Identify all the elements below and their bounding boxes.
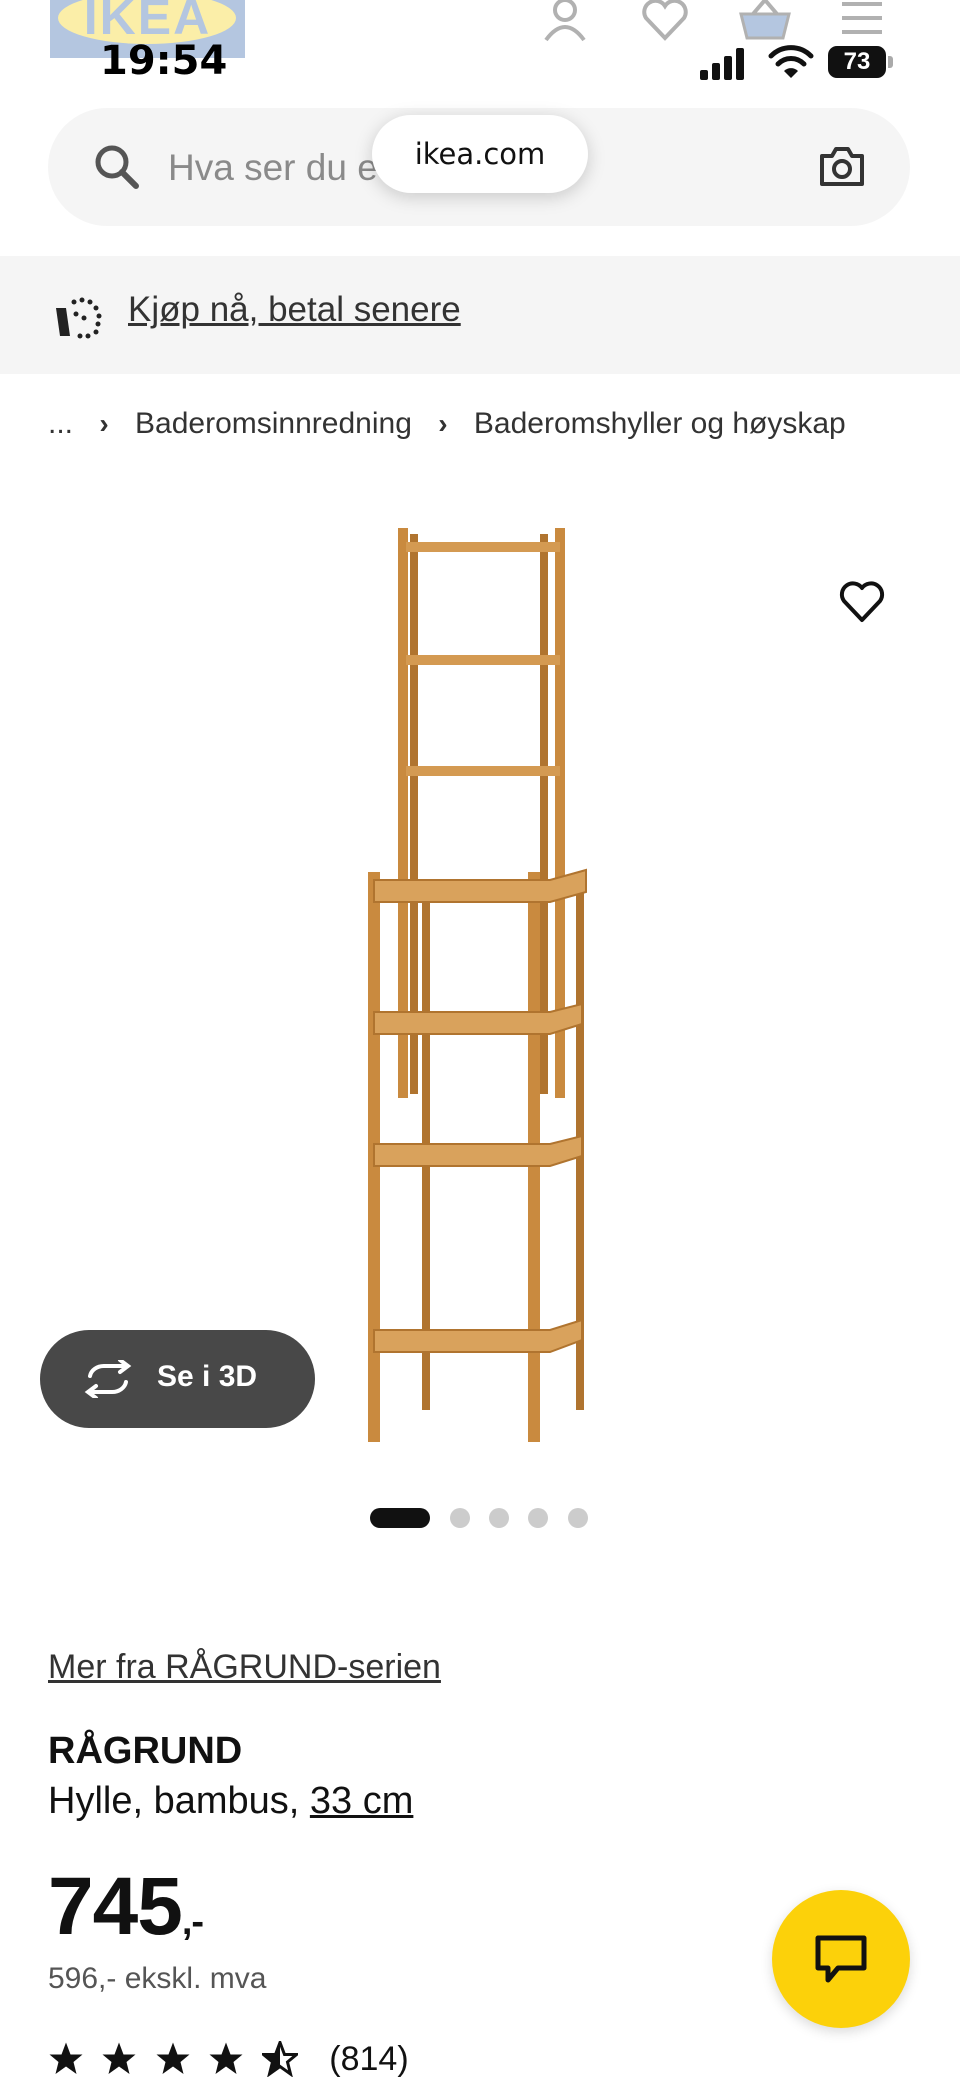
- breadcrumb-item-baderomsinnredning[interactable]: Baderomsinnredning: [135, 407, 412, 440]
- price-suffix: ,-: [181, 1901, 204, 1943]
- star-icon: [156, 2042, 190, 2075]
- status-icons: 73: [700, 44, 900, 80]
- rotate-3d-icon: [84, 1360, 132, 1398]
- view-3d-button[interactable]: Se i 3D: [40, 1330, 315, 1428]
- breadcrumb-ellipsis[interactable]: ...: [48, 407, 73, 440]
- chat-icon: [815, 1935, 867, 1983]
- basket-icon[interactable]: [735, 0, 795, 44]
- series-link[interactable]: Mer fra RÅGRUND-serien: [48, 1648, 441, 1687]
- chevron-right-icon: ›: [99, 408, 109, 440]
- pay-later-icon: [56, 297, 102, 339]
- wifi-icon: [768, 45, 814, 78]
- price-excl-vat: 596,- ekskl. mva: [48, 1962, 267, 1995]
- status-time: 19:54: [100, 38, 228, 84]
- star-icon: [102, 2042, 136, 2075]
- pagination-dot-3[interactable]: [489, 1508, 509, 1528]
- product-rating[interactable]: (814): [48, 2038, 409, 2079]
- product-description: Hylle, bambus, 33 cm: [48, 1780, 413, 1823]
- product-price: 745,-: [48, 1860, 204, 1954]
- account-icon[interactable]: [540, 0, 590, 44]
- favourites-icon[interactable]: [640, 0, 690, 44]
- pagination-dot-5[interactable]: [568, 1508, 588, 1528]
- chat-button[interactable]: [772, 1890, 910, 2028]
- camera-icon[interactable]: [818, 146, 866, 188]
- price-value: 745: [48, 1861, 183, 1952]
- breadcrumb: ... › Baderomsinnredning › Baderomshylle…: [48, 406, 846, 441]
- pagination-dot-4[interactable]: [528, 1508, 548, 1528]
- view-3d-label: Se i 3D: [157, 1360, 258, 1393]
- signal-icon: [700, 48, 744, 80]
- pay-later-link[interactable]: Kjøp nå, betal senere: [128, 290, 461, 330]
- star-icon: [49, 2042, 83, 2075]
- breadcrumb-item-baderomshyller[interactable]: Baderomshyller og høyskap: [474, 407, 846, 440]
- url-pill[interactable]: ikea.com: [372, 115, 588, 193]
- size-link[interactable]: 33 cm: [310, 1780, 413, 1822]
- search-input[interactable]: Hva ser du e: [168, 147, 378, 189]
- product-name: RÅGRUND: [48, 1730, 243, 1772]
- search-icon: [95, 145, 139, 189]
- pagination-dot-2[interactable]: [450, 1508, 470, 1528]
- battery-tip: [888, 56, 893, 68]
- pagination-dot-1[interactable]: [370, 1508, 430, 1528]
- star-icon: [209, 2042, 243, 2075]
- star-half-icon: [261, 2041, 298, 2078]
- product-type: Hylle, bambus,: [48, 1780, 300, 1822]
- chevron-right-icon: ›: [438, 408, 448, 440]
- menu-icon[interactable]: [840, 0, 884, 44]
- battery-indicator: 73: [828, 46, 886, 78]
- product-image-shelf: [368, 528, 587, 1442]
- review-count: (814): [329, 2039, 409, 2078]
- favourite-heart-icon[interactable]: [838, 580, 886, 624]
